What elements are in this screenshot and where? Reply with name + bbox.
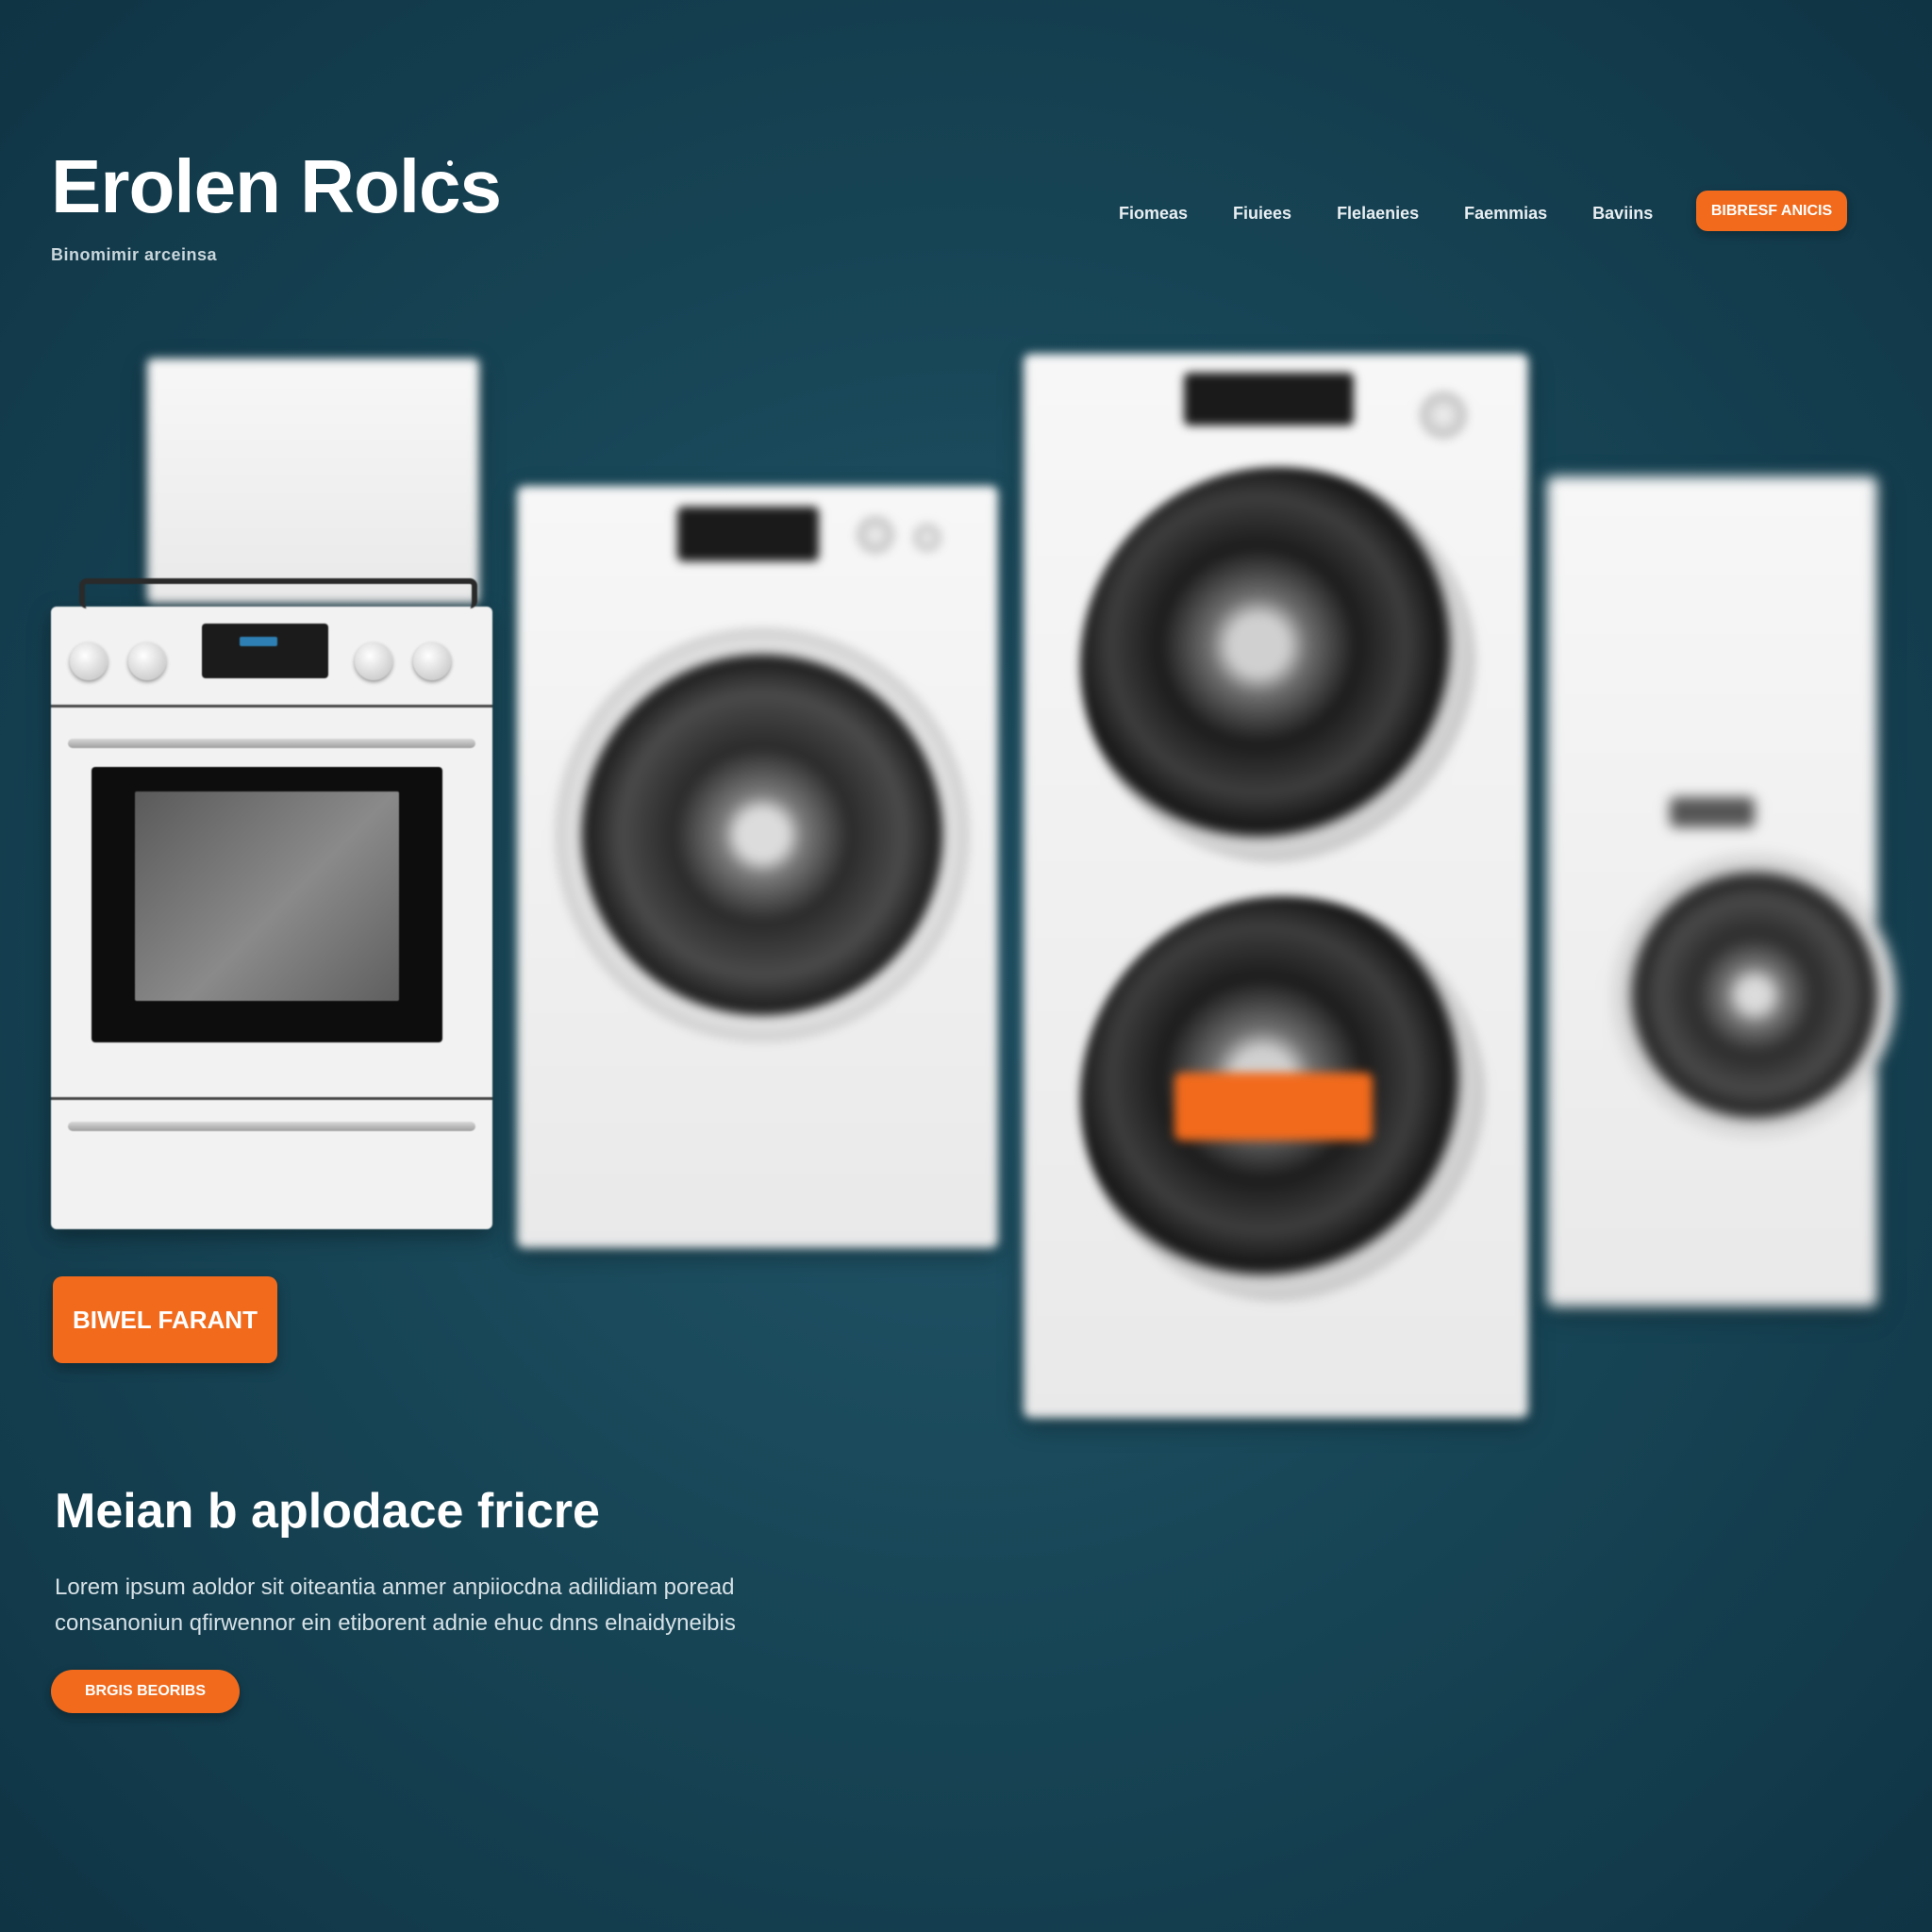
main-nav: Fiomeas Fiuiees Flelaenies Faemmias Bavi… bbox=[1119, 202, 1698, 225]
appliance-stove bbox=[51, 578, 492, 1229]
orange-accent-strip bbox=[1174, 1073, 1373, 1141]
washer-display bbox=[1184, 373, 1354, 425]
stove-grates bbox=[79, 578, 477, 608]
hero-heading: Meian b aplodace fricre bbox=[55, 1484, 600, 1539]
brand-title: Erolen Rolcs bbox=[51, 144, 502, 228]
nav-item-4[interactable]: Faemmias bbox=[1464, 202, 1547, 225]
nav-item-5[interactable]: Baviins bbox=[1592, 202, 1653, 225]
stove-drawer-handle bbox=[68, 1122, 475, 1131]
nav-item-2[interactable]: Fiuiees bbox=[1233, 202, 1291, 225]
stove-knob-icon bbox=[70, 642, 108, 680]
hero-body-line-1: Lorem ipsum aoldor sit oiteantia anmer a… bbox=[55, 1574, 735, 1600]
washer-dial-icon bbox=[857, 516, 894, 554]
brand-tagline: Binomimir arceinsa bbox=[51, 245, 218, 264]
stove-divider bbox=[51, 1097, 492, 1100]
washer-drum bbox=[555, 627, 970, 1042]
washer-dial-icon bbox=[913, 524, 941, 552]
appliance-washer bbox=[517, 486, 998, 1248]
header-cta-button[interactable]: BIBRESF ANICIS bbox=[1696, 191, 1847, 231]
stove-oven-handle bbox=[68, 739, 475, 748]
trademark-mark bbox=[447, 160, 453, 166]
stove-divider bbox=[51, 705, 492, 708]
appliance-stove-top bbox=[147, 358, 479, 604]
appliance-washer bbox=[1547, 476, 1896, 1307]
washer-panel bbox=[1670, 797, 1755, 827]
primary-cta-button[interactable]: BIWEL FARANT bbox=[53, 1276, 277, 1363]
stove-knob-icon bbox=[355, 642, 392, 680]
stove-display bbox=[202, 624, 328, 678]
hero-body: Lorem ipsum aoldor sit oiteantia anmer a… bbox=[55, 1570, 904, 1641]
brand[interactable]: Erolen Rolcs Binomimir arceinsa bbox=[51, 144, 502, 265]
washer-dial-icon bbox=[1420, 391, 1467, 439]
washer-drum bbox=[1080, 467, 1476, 863]
hero-body-line-2: consanoniun qfirwennor ein etiborent adn… bbox=[55, 1610, 736, 1636]
stove-knob-icon bbox=[128, 642, 166, 680]
nav-item-3[interactable]: Flelaenies bbox=[1337, 202, 1419, 225]
appliance-washer-stack bbox=[1024, 354, 1528, 1418]
secondary-cta-button[interactable]: BRGIS BEORIBS bbox=[51, 1670, 240, 1713]
nav-item-1[interactable]: Fiomeas bbox=[1119, 202, 1188, 225]
washer-drum bbox=[1613, 854, 1896, 1137]
stove-knob-icon bbox=[413, 642, 451, 680]
stove-oven-window bbox=[92, 767, 442, 1042]
washer-display bbox=[677, 507, 819, 561]
